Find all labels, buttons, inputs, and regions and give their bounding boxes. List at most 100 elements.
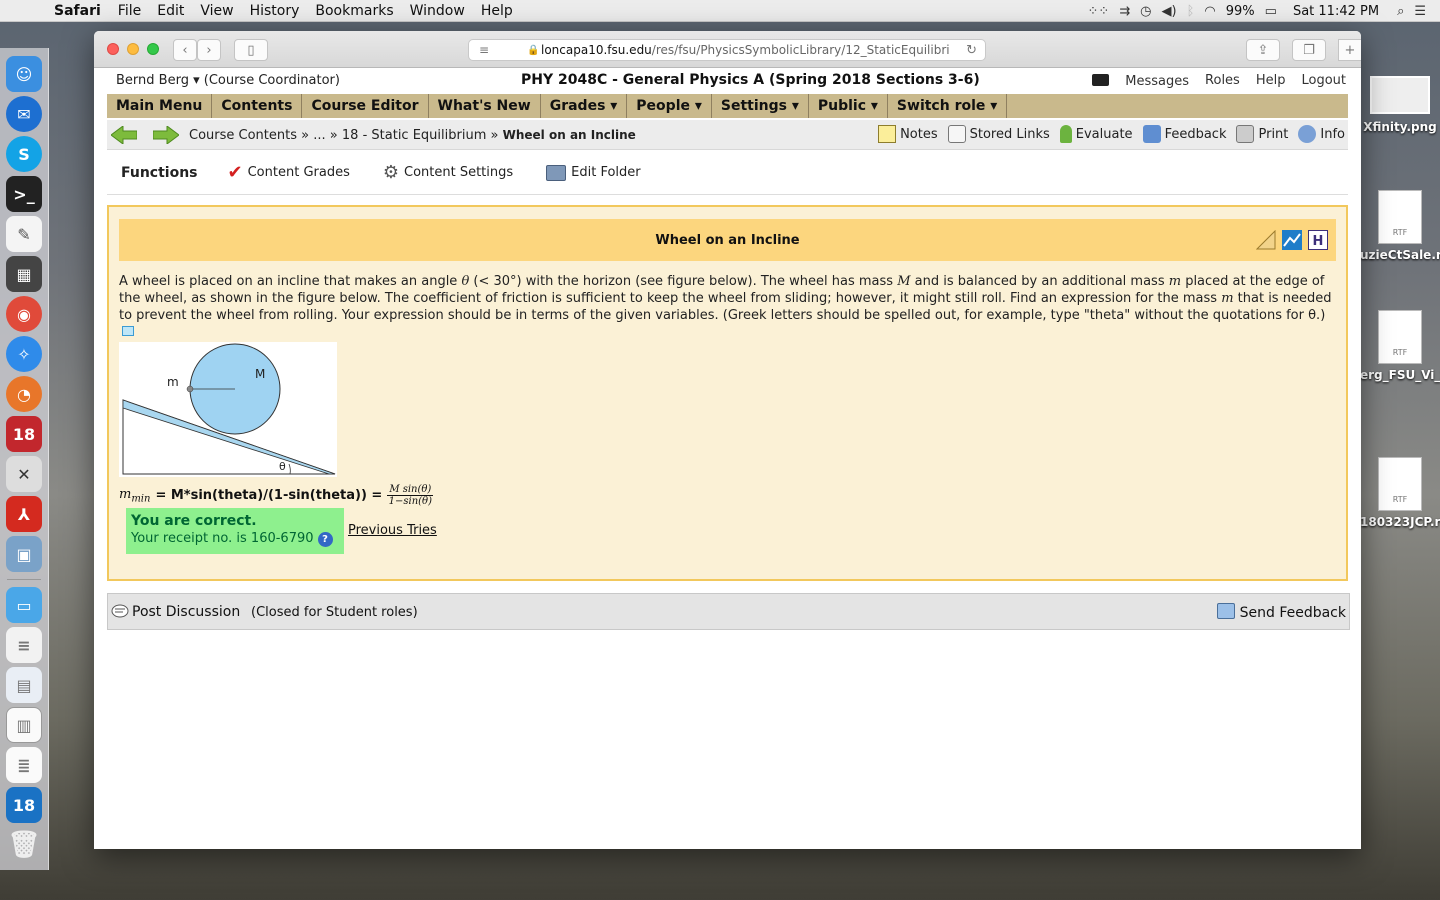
menu-edit[interactable]: Edit [149,3,192,19]
user-name[interactable]: Bernd Berg ▾ [116,73,200,88]
messages-icon[interactable] [1092,74,1110,86]
trash-icon[interactable]: 🗑 [6,827,42,863]
safari-icon[interactable]: ✧ [6,336,42,372]
terminal-icon[interactable]: >_ [6,176,42,212]
document-thumb-icon[interactable]: ≣ [6,747,42,783]
feedback-tool[interactable]: Feedback [1142,125,1226,143]
sidebar-toggle-button[interactable]: ▯ [234,39,268,61]
battery-icon[interactable]: ▭ [1265,4,1277,19]
back-button[interactable]: ‹ [173,39,197,61]
reader-icon[interactable]: ≡ [479,43,489,57]
document-thumb-icon[interactable]: ▤ [6,667,42,703]
next-arrow-icon[interactable] [153,126,179,144]
nav-main-menu[interactable]: Main Menu [107,94,213,118]
address-bar[interactable]: ≡ 🔒 loncapa10.fsu.edu/res/fsu/PhysicsSym… [468,39,986,61]
crumb-ellipsis[interactable]: ... [313,128,325,143]
content-grades-link[interactable]: ✔ Content Grades [228,162,350,183]
time-machine-icon[interactable]: ◷ [1140,4,1151,19]
minimize-window-button[interactable] [127,43,139,55]
previous-arrow-icon[interactable] [111,126,137,144]
ruler-icon[interactable] [1256,230,1276,250]
messages-link[interactable]: Messages [1125,74,1189,89]
nav-contents[interactable]: Contents [212,94,303,118]
document-thumb-icon[interactable]: ≡ [6,627,42,663]
help-icon[interactable]: ? [317,532,333,547]
nav-public[interactable]: Public ▾ [809,94,888,118]
clock[interactable]: Sat 11:42 PM [1293,4,1379,19]
battery-percent[interactable]: 99% [1226,4,1255,19]
preview-icon[interactable]: ▣ [6,536,42,572]
evaluate-tool[interactable]: Evaluate [1059,125,1133,143]
firefox-icon[interactable]: ◔ [6,376,42,412]
desktop-file-rtf-1[interactable]: RTF uzieCtSale.rtf [1360,190,1440,262]
x11-icon[interactable]: ✕ [6,456,42,492]
nav-grades[interactable]: Grades ▾ [541,94,628,118]
textedit-icon[interactable]: ✎ [6,216,42,252]
skype-icon[interactable]: S [6,136,42,172]
post-discussion-link[interactable]: Post Discussion [132,604,240,620]
info-tool[interactable]: Info [1298,125,1345,143]
desktop-file-png[interactable]: Xfinity.png [1360,76,1440,134]
desktop-file-rtf-3[interactable]: RTF 180323JCP.rtf [1360,457,1440,529]
safari-window: ‹ › ▯ ≡ 🔒 loncapa10.fsu.edu/res/fsu/Phys… [94,31,1361,849]
nav-switch-role[interactable]: Switch role ▾ [888,94,1008,118]
spotlight-icon[interactable]: ⌕ [1397,4,1404,19]
notes-tool[interactable]: Notes [878,125,938,143]
calendar-icon[interactable]: 18 [6,787,42,823]
notification-center-icon[interactable]: ☰ [1414,4,1426,19]
menu-window[interactable]: Window [402,3,473,19]
menu-extras-icon[interactable]: ⁘⁘ [1087,4,1109,19]
acrobat-icon[interactable]: ⅄ [6,496,42,532]
nav-whats-new[interactable]: What's New [429,94,541,118]
document-thumb-icon[interactable]: ▥ [6,707,42,743]
reload-icon[interactable]: ↻ [966,43,977,58]
close-window-button[interactable] [107,43,119,55]
figure-label-M: M [255,367,265,381]
menu-file[interactable]: File [110,3,149,19]
calculator-icon[interactable]: ▦ [6,256,42,292]
tabs-overview-button[interactable]: ❐ [1292,39,1326,61]
user-menu[interactable]: Bernd Berg ▾ (Course Coordinator) [116,73,340,88]
nav-course-editor[interactable]: Course Editor [302,94,429,118]
wifi-icon[interactable]: ◠ [1204,4,1215,19]
folder-icon[interactable]: ▭ [6,587,42,623]
menu-view[interactable]: View [192,3,241,19]
discussion-icon[interactable] [111,604,129,620]
send-feedback-link[interactable]: Send Feedback [1216,603,1346,621]
share-button[interactable]: ⇪ [1246,39,1280,61]
edit-folder-link[interactable]: Edit Folder [546,164,641,181]
calendar-maple-icon[interactable]: 18 [6,416,42,452]
bluetooth-icon[interactable]: ᛒ [1187,4,1195,19]
logout-link[interactable]: Logout [1301,73,1346,89]
thunderbird-icon[interactable]: ✉ [6,96,42,132]
crumb-course-contents[interactable]: Course Contents [189,128,297,143]
print-tool[interactable]: Print [1236,125,1288,143]
menu-bookmarks[interactable]: Bookmarks [307,3,401,19]
nav-people[interactable]: People ▾ [627,94,712,118]
content-settings-link[interactable]: ⚙ Content Settings [383,162,513,183]
desktop-file-rtf-2[interactable]: RTF erg_FSU_Vi_20...6.rtf [1360,310,1440,382]
menu-history[interactable]: History [242,3,308,19]
functions-bar: Functions ✔ Content Grades ⚙ Content Setti… [107,151,1348,195]
checkmark-icon: ✔ [227,162,243,183]
stored-links-icon [947,125,966,143]
stored-links-tool[interactable]: Stored Links [947,125,1050,143]
finder-icon[interactable]: ☺ [6,56,42,92]
crumb-static-equilibrium[interactable]: 18 - Static Equilibrium [342,128,486,143]
fullscreen-window-button[interactable] [147,43,159,55]
chrome-icon[interactable]: ◉ [6,296,42,332]
menu-app-name[interactable]: Safari [46,3,110,19]
new-tab-button[interactable]: + [1338,39,1361,61]
roles-link[interactable]: Roles [1205,73,1240,89]
answer-numerator: M sin(θ) [387,484,434,496]
airplay-icon[interactable]: ⇉ [1119,4,1130,19]
forward-button[interactable]: › [197,39,221,61]
menu-help[interactable]: Help [473,3,521,19]
nav-settings[interactable]: Settings ▾ [712,94,809,118]
hint-icon[interactable]: H [1308,230,1328,250]
help-link[interactable]: Help [1256,73,1286,89]
feedback-note-icon[interactable] [122,326,134,336]
graph-icon[interactable] [1282,230,1302,250]
volume-icon[interactable]: ◀) [1162,4,1177,19]
previous-tries-link[interactable]: Previous Tries [348,523,437,538]
